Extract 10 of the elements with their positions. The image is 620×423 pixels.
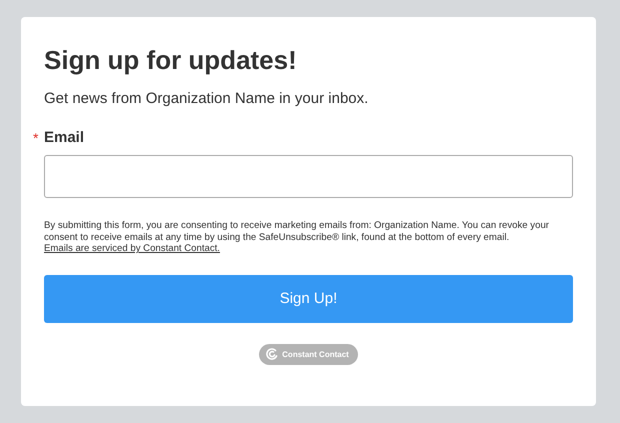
constant-contact-link[interactable]: Emails are serviced by Constant Contact.	[44, 243, 220, 254]
form-subtitle: Get news from Organization Name in your inbox.	[44, 90, 370, 107]
constant-contact-badge[interactable]: Constant Contact	[259, 344, 358, 364]
email-input[interactable]	[44, 155, 573, 198]
email-label: Email	[44, 129, 84, 146]
swirl-logo-icon	[266, 348, 278, 360]
sign-up-button[interactable]: Sign Up!	[44, 274, 573, 322]
required-mark: *	[33, 130, 40, 146]
consent-text: By submitting this form, you are consenting to receive marketing emails from: Organization Name. You can revoke your consent to receive emails at any time by using the SafeUnsubscribe® link, found at the bottom of every email. Emails are serviced by Constant Contact.	[44, 220, 550, 254]
form-title: Sign up for updates!	[44, 44, 298, 76]
